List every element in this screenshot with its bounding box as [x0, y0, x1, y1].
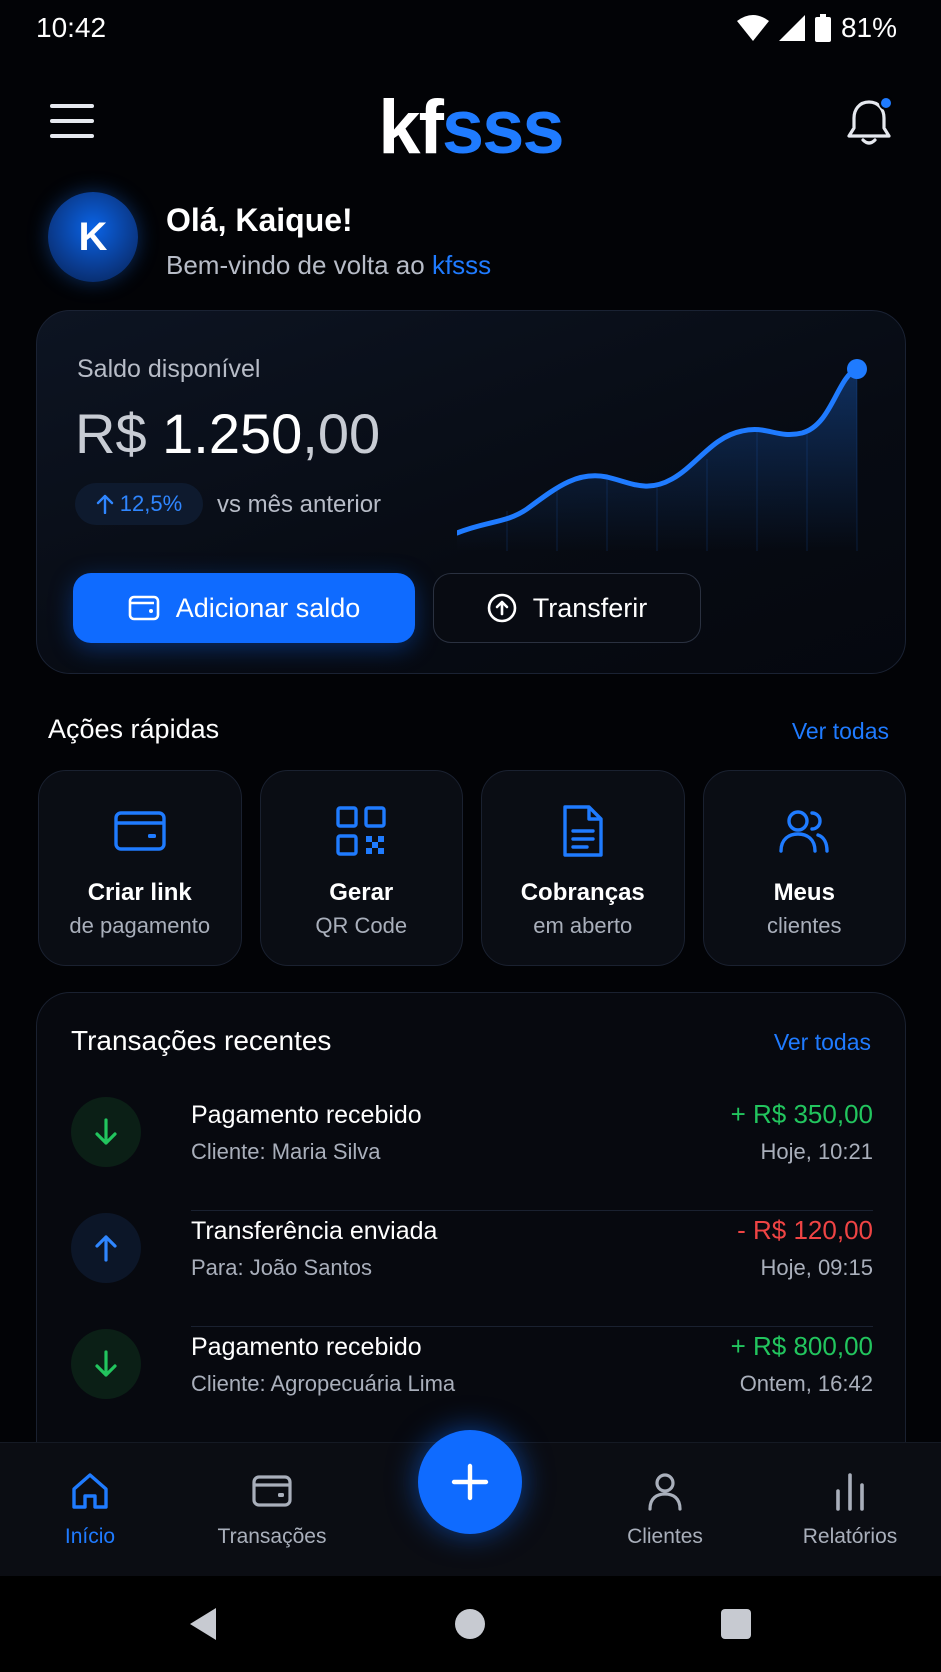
- balance-trend-chart: [457, 359, 867, 551]
- welcome-text: Bem-vindo de volta ao: [166, 250, 432, 280]
- welcome-brand: kfsss: [431, 250, 492, 280]
- action-title: Cobranças: [520, 879, 645, 906]
- balance-label: Saldo disponível: [77, 355, 261, 383]
- upload-circle-icon: [487, 593, 517, 623]
- user-icon: [648, 1473, 682, 1511]
- transaction-name: Pagamento recebido: [191, 1101, 422, 1129]
- notification-button[interactable]: [845, 96, 893, 148]
- change-caption: vs mês anterior: [217, 491, 382, 518]
- battery-icon: [814, 14, 831, 42]
- action-subtitle: QR Code: [315, 913, 408, 938]
- arrow-up-icon: [96, 494, 113, 514]
- status-bar: 10:42 81%: [0, 0, 941, 56]
- signal-icon: [778, 15, 805, 41]
- status-icons: 81%: [736, 12, 897, 44]
- home-circle-icon[interactable]: [448, 1602, 492, 1646]
- document-icon: [563, 805, 603, 857]
- wallet-icon: [128, 595, 159, 621]
- top-bar: kfsss: [0, 80, 941, 170]
- recent-transactions-card: Transações recentes Ver todas Pagamento …: [36, 992, 906, 1452]
- transaction-detail: Cliente: Maria Silva: [191, 1139, 381, 1164]
- plus-icon: [451, 1463, 489, 1501]
- action-subtitle: em aberto: [533, 913, 633, 938]
- transaction-time: Hoje, 10:21: [760, 1139, 873, 1164]
- quick-actions-see-all[interactable]: Ver todas: [792, 718, 889, 745]
- transaction-amount: + R$ 800,00: [730, 1331, 873, 1361]
- quick-actions-grid: Criar link de pagamento Gerar QR Code Co…: [38, 770, 906, 966]
- notification-dot: [879, 96, 893, 110]
- action-open-charges[interactable]: Cobranças em aberto: [481, 770, 685, 966]
- change-value: 12,5%: [119, 491, 183, 516]
- bar-chart-icon: [836, 1473, 864, 1511]
- users-icon: [779, 810, 829, 853]
- action-title: Meus: [773, 879, 835, 906]
- arrow-down-icon: [71, 1097, 141, 1167]
- change-badge: 12,5%: [75, 483, 203, 525]
- transaction-name: Transferência enviada: [191, 1217, 438, 1245]
- greeting-title: Olá, Kaique!: [166, 202, 353, 238]
- nav-reports[interactable]: Relatórios: [770, 1469, 930, 1565]
- nav-label: Relatórios: [802, 1525, 898, 1548]
- app-logo: kfsss: [0, 86, 941, 170]
- balance-integer: 1.250: [162, 402, 303, 465]
- action-title: Criar link: [87, 879, 192, 906]
- nav-home[interactable]: Início: [10, 1469, 170, 1565]
- wallet-icon: [252, 1475, 292, 1507]
- add-balance-button[interactable]: Adicionar saldo: [73, 573, 415, 643]
- action-create-payment-link[interactable]: Criar link de pagamento: [38, 770, 242, 966]
- transfer-label: Transferir: [532, 592, 648, 623]
- transaction-row[interactable]: Pagamento recebido Cliente: Agropecuária…: [71, 1327, 873, 1443]
- action-title: Gerar: [329, 879, 394, 906]
- nav-clients[interactable]: Clientes: [585, 1469, 745, 1565]
- transaction-name: Pagamento recebido: [191, 1333, 422, 1361]
- transaction-row[interactable]: Transferência enviada Para: João Santos …: [71, 1211, 873, 1327]
- battery-percent: 81%: [840, 12, 897, 43]
- nav-label: Início: [64, 1525, 116, 1548]
- logo-part-1: kf: [378, 85, 444, 170]
- action-generate-qr[interactable]: Gerar QR Code: [259, 770, 463, 966]
- nav-label: Transações: [217, 1525, 327, 1548]
- transactions-title: Transações recentes: [71, 1025, 332, 1056]
- transaction-amount: - R$ 120,00: [737, 1215, 873, 1245]
- transaction-detail: Para: João Santos: [191, 1255, 373, 1280]
- quick-actions-title: Ações rápidas: [48, 714, 220, 744]
- transaction-time: Ontem, 16:42: [739, 1371, 873, 1396]
- arrow-up-icon: [71, 1213, 141, 1283]
- card-icon: [114, 811, 166, 851]
- balance-amount: R$ 1.250,00: [75, 401, 380, 466]
- transaction-detail: Cliente: Agropecuária Lima: [191, 1371, 456, 1396]
- add-balance-label: Adicionar saldo: [175, 592, 361, 623]
- transfer-button[interactable]: Transferir: [433, 573, 701, 643]
- action-subtitle: de pagamento: [69, 913, 211, 938]
- arrow-down-icon: [71, 1329, 141, 1399]
- avatar-letter: K: [78, 214, 108, 259]
- status-time: 10:42: [36, 12, 107, 43]
- nav-transactions[interactable]: Transações: [192, 1469, 352, 1565]
- transaction-amount: + R$ 350,00: [730, 1099, 873, 1129]
- nav-label: Clientes: [627, 1525, 703, 1548]
- qr-code-icon: [336, 806, 386, 856]
- balance-cents: ,00: [302, 402, 381, 465]
- transaction-time: Hoje, 09:15: [760, 1255, 873, 1280]
- greeting-subtitle: Bem-vindo de volta ao kfsss: [166, 250, 491, 281]
- action-my-clients[interactable]: Meus clientes: [702, 770, 906, 966]
- action-subtitle: clientes: [766, 913, 842, 938]
- transactions-see-all[interactable]: Ver todas: [774, 1029, 871, 1056]
- transaction-row[interactable]: Pagamento recebido Cliente: Maria Silva …: [71, 1095, 873, 1211]
- avatar[interactable]: K: [48, 192, 138, 282]
- balance-card: Saldo disponível R$ 1.250,00 12,5% vs mê…: [36, 310, 906, 674]
- back-icon[interactable]: [182, 1602, 226, 1646]
- logo-part-2: sss: [441, 85, 565, 170]
- wifi-icon: [736, 15, 769, 41]
- recents-icon[interactable]: [714, 1602, 758, 1646]
- greeting-section: K Olá, Kaique! Bem-vindo de volta ao kfs…: [48, 192, 908, 284]
- add-fab-button[interactable]: [418, 1430, 522, 1534]
- home-icon: [72, 1473, 108, 1509]
- system-nav-bar: [0, 1576, 941, 1672]
- balance-currency: R$: [75, 402, 163, 465]
